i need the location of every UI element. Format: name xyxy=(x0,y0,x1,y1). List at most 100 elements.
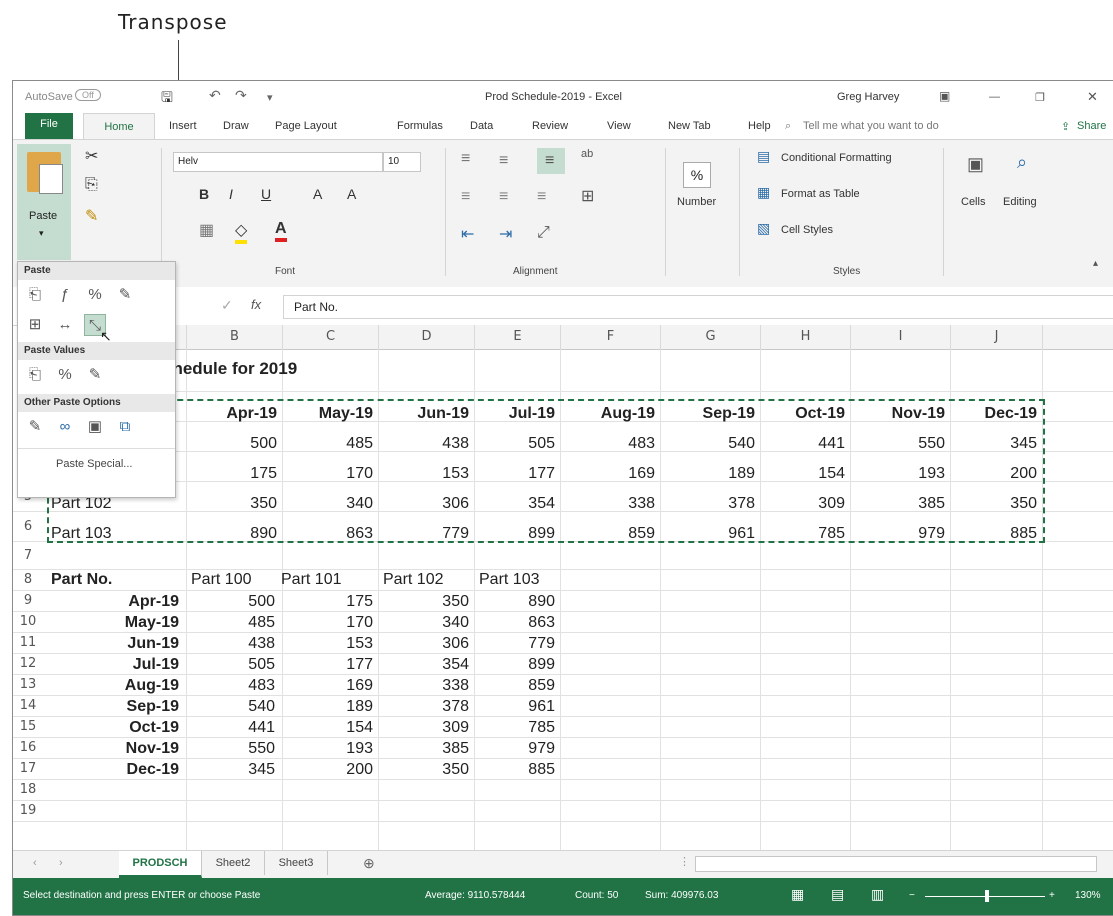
data-cell[interactable]: 193 xyxy=(851,465,945,483)
values-number-format-icon[interactable]: % xyxy=(54,364,76,386)
align-middle-icon[interactable]: ≡ xyxy=(499,152,508,170)
data-cell[interactable]: 540 xyxy=(661,435,755,453)
row-header[interactable]: 10 xyxy=(13,612,43,633)
sheet-tab-prodsch[interactable]: PRODSCH xyxy=(119,851,202,878)
data-cell[interactable]: 550 xyxy=(851,435,945,453)
transposed-data-cell[interactable]: 169 xyxy=(283,676,373,696)
collapse-ribbon-icon[interactable]: ▴ xyxy=(1093,258,1098,269)
data-cell[interactable]: 154 xyxy=(761,465,845,483)
fx-icon[interactable]: fx xyxy=(251,297,261,312)
transposed-data-cell[interactable]: 378 xyxy=(379,697,469,717)
transposed-data-cell[interactable]: 863 xyxy=(475,613,555,633)
data-cell[interactable]: 485 xyxy=(283,435,373,453)
linked-picture-icon[interactable]: ⧉ xyxy=(114,416,136,438)
decrease-indent-icon[interactable]: ⇤ xyxy=(461,224,474,244)
data-cell[interactable]: 340 xyxy=(283,495,373,513)
data-cell[interactable]: 378 xyxy=(661,495,755,513)
transposed-data-cell[interactable]: 350 xyxy=(379,760,469,780)
data-cell[interactable]: 306 xyxy=(379,495,469,513)
underline-icon[interactable]: U xyxy=(261,186,271,202)
align-top-icon[interactable]: ≡ xyxy=(461,150,470,168)
transposed-data-cell[interactable]: 441 xyxy=(187,718,275,738)
column-header-k[interactable] xyxy=(1043,325,1113,350)
column-header[interactable]: I xyxy=(851,325,951,350)
tab-formulas[interactable]: Formulas xyxy=(397,120,443,132)
customize-toolbar-icon[interactable]: ▾ xyxy=(267,91,273,104)
month-header[interactable]: Nov-19 xyxy=(851,405,945,423)
transposed-data-cell[interactable]: 890 xyxy=(475,592,555,612)
zoom-level[interactable]: 130% xyxy=(1075,890,1101,901)
merge-center-icon[interactable]: ⊞ xyxy=(581,186,594,206)
data-cell[interactable]: 153 xyxy=(379,465,469,483)
data-cell[interactable]: 170 xyxy=(283,465,373,483)
paste-icon[interactable]: ⎗ xyxy=(24,284,46,306)
paste-button[interactable]: Paste ▾ xyxy=(17,144,71,260)
data-cell[interactable]: 505 xyxy=(475,435,555,453)
transposed-month-cell[interactable]: Oct-19 xyxy=(51,718,179,738)
paste-formatting-icon[interactable]: ✎ xyxy=(24,416,46,438)
column-header[interactable]: B xyxy=(187,325,283,350)
transposed-month-cell[interactable]: Dec-19 xyxy=(51,760,179,780)
column-header[interactable]: F xyxy=(561,325,661,350)
data-cell[interactable]: 859 xyxy=(561,525,655,543)
cut-icon[interactable]: ✂ xyxy=(85,146,98,166)
orientation-icon[interactable]: ⤢ xyxy=(537,224,550,242)
page-break-view-icon[interactable]: ▥ xyxy=(871,886,884,903)
transposed-data-cell[interactable]: 885 xyxy=(475,760,555,780)
align-left-icon[interactable]: ≡ xyxy=(461,188,470,206)
transposed-data-cell[interactable]: 309 xyxy=(379,718,469,738)
align-bottom-icon[interactable]: ≡ xyxy=(545,152,554,170)
scroll-left-icon[interactable]: ‹ xyxy=(33,857,37,869)
search-icon[interactable]: ⌕ xyxy=(785,120,791,133)
transposed-month-cell[interactable]: Apr-19 xyxy=(51,592,179,612)
data-cell[interactable]: 863 xyxy=(283,525,373,543)
paste-formulas-icon[interactable]: ƒ xyxy=(54,284,76,306)
transposed-data-cell[interactable]: 193 xyxy=(283,739,373,759)
transposed-data-cell[interactable]: 338 xyxy=(379,676,469,696)
column-header[interactable]: G xyxy=(661,325,761,350)
align-center-icon[interactable]: ≡ xyxy=(499,188,508,206)
font-name-box[interactable]: Helv xyxy=(173,152,383,172)
formula-input[interactable]: Part No. xyxy=(283,295,1113,319)
scroll-right-icon[interactable]: › xyxy=(59,857,63,869)
data-cell[interactable]: 175 xyxy=(187,465,277,483)
row-header[interactable]: 7 xyxy=(13,543,43,570)
transposed-data-cell[interactable]: 505 xyxy=(187,655,275,675)
row-header[interactable]: 17 xyxy=(13,759,43,780)
increase-font-icon[interactable]: A xyxy=(313,186,322,202)
editing-button[interactable]: Editing xyxy=(1003,196,1037,208)
transposed-data-cell[interactable]: 177 xyxy=(283,655,373,675)
transposed-month-cell[interactable]: Jul-19 xyxy=(51,655,179,675)
data-cell[interactable]: 338 xyxy=(561,495,655,513)
month-header[interactable]: Dec-19 xyxy=(951,405,1037,423)
tab-insert[interactable]: Insert xyxy=(169,120,197,132)
transposed-data-cell[interactable]: 979 xyxy=(475,739,555,759)
row-header[interactable]: 12 xyxy=(13,654,43,675)
copy-icon[interactable]: ⎘ xyxy=(85,176,98,194)
data-cell[interactable]: 979 xyxy=(851,525,945,543)
row-header[interactable]: 16 xyxy=(13,738,43,759)
month-header[interactable]: Apr-19 xyxy=(187,405,277,423)
transposed-data-cell[interactable]: 500 xyxy=(187,592,275,612)
row-header[interactable]: 14 xyxy=(13,696,43,717)
month-header[interactable]: Aug-19 xyxy=(561,405,655,423)
row-label[interactable]: Part 103 xyxy=(51,525,111,543)
row-header[interactable]: 6 xyxy=(13,513,43,542)
number-format-icon[interactable]: % xyxy=(683,162,711,188)
data-cell[interactable]: 385 xyxy=(851,495,945,513)
sheet-tab-sheet2[interactable]: Sheet2 xyxy=(202,851,265,875)
row-header[interactable]: 13 xyxy=(13,675,43,696)
column-header[interactable]: C xyxy=(283,325,379,350)
normal-view-icon[interactable]: ▦ xyxy=(791,886,804,903)
transposed-data-cell[interactable]: 154 xyxy=(283,718,373,738)
ribbon-display-icon[interactable]: ▣ xyxy=(939,89,950,103)
transposed-month-cell[interactable]: Jun-19 xyxy=(51,634,179,654)
paste-picture-icon[interactable]: ▣ xyxy=(84,416,106,438)
align-right-icon[interactable]: ≡ xyxy=(537,188,546,206)
data-cell[interactable]: 169 xyxy=(561,465,655,483)
data-cell[interactable]: 354 xyxy=(475,495,555,513)
minimize-icon[interactable]: — xyxy=(989,91,1000,103)
column-header[interactable]: J xyxy=(951,325,1043,350)
number-button[interactable]: Number xyxy=(677,196,716,208)
tab-review[interactable]: Review xyxy=(532,120,568,132)
